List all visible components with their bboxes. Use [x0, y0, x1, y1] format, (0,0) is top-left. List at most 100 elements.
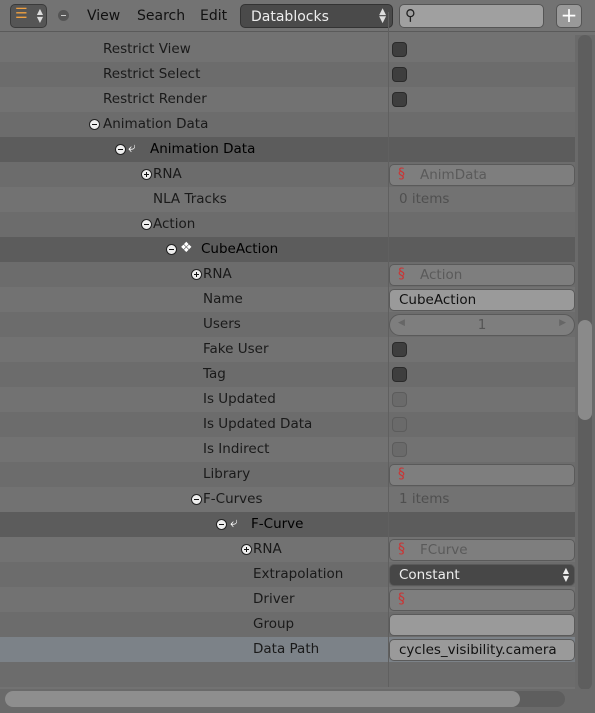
- row-label: Action: [153, 216, 196, 232]
- tree-row[interactable]: ⤶ F-Curve: [0, 512, 575, 537]
- pointer-value: AnimData: [420, 167, 487, 183]
- rna-icon: §: [398, 541, 405, 557]
- text-value: cycles_visibility.camera: [399, 642, 557, 658]
- checkbox[interactable]: [392, 67, 407, 82]
- fcurve-icon: ⤶: [230, 515, 238, 531]
- item-count: 1 items: [399, 491, 450, 507]
- tree-row[interactable]: ⤶ Animation Data: [0, 137, 575, 162]
- row-label: Restrict Render: [103, 91, 207, 107]
- horizontal-scrollbar[interactable]: [0, 689, 595, 713]
- checkbox[interactable]: [392, 367, 407, 382]
- tree-row[interactable]: Data Path cycles_visibility.camera: [0, 637, 575, 662]
- collapse-icon[interactable]: [141, 219, 152, 230]
- item-count: 0 items: [399, 191, 450, 207]
- row-label: Data Path: [253, 641, 320, 657]
- pointer-field[interactable]: § Action: [389, 264, 575, 286]
- row-label: Group: [253, 616, 295, 632]
- tree-row[interactable]: Is Updated Data: [0, 412, 575, 437]
- tree-row[interactable]: Animation Data: [0, 112, 575, 137]
- text-value: CubeAction: [399, 292, 477, 308]
- row-label: Animation Data: [150, 141, 256, 157]
- tree-row[interactable]: Is Indirect: [0, 437, 575, 462]
- rna-icon: §: [398, 266, 405, 282]
- row-label: RNA: [253, 541, 282, 557]
- tree-row[interactable]: Restrict View: [0, 37, 575, 62]
- row-label: Is Updated: [203, 391, 276, 407]
- row-label: NLA Tracks: [153, 191, 227, 207]
- horizontal-scroll-thumb[interactable]: [5, 691, 520, 707]
- row-label: CubeAction: [201, 241, 279, 257]
- row-label: Animation Data: [103, 116, 209, 132]
- tree-row[interactable]: Name CubeAction: [0, 287, 575, 312]
- row-label: F-Curve: [251, 516, 304, 532]
- increment-icon[interactable]: ▶: [559, 318, 566, 328]
- tree-row[interactable]: RNA § AnimData: [0, 162, 575, 187]
- tree-row[interactable]: Restrict Render: [0, 87, 575, 112]
- row-label: Tag: [203, 366, 226, 382]
- checkbox[interactable]: [392, 42, 407, 57]
- collapse-icon[interactable]: [191, 494, 202, 505]
- number-value: 1: [477, 317, 487, 333]
- row-label: Driver: [253, 591, 295, 607]
- tree-row[interactable]: Action: [0, 212, 575, 237]
- checkbox[interactable]: [392, 92, 407, 107]
- expand-icon[interactable]: [241, 544, 252, 555]
- row-label: RNA: [203, 266, 232, 282]
- row-label: Restrict View: [103, 41, 191, 57]
- tree-row[interactable]: Group: [0, 612, 575, 637]
- text-field[interactable]: cycles_visibility.camera: [389, 639, 575, 661]
- tree-row[interactable]: RNA § FCurve: [0, 537, 575, 562]
- pointer-value: FCurve: [420, 542, 468, 558]
- tree-row[interactable]: Tag: [0, 362, 575, 387]
- row-label: Restrict Select: [103, 66, 201, 82]
- checkbox[interactable]: [392, 392, 407, 407]
- row-label: Library: [203, 466, 251, 482]
- tree-row[interactable]: Restrict Select: [0, 62, 575, 87]
- expand-icon[interactable]: [191, 269, 202, 280]
- rna-icon: §: [398, 591, 405, 607]
- row-label: Users: [203, 316, 241, 332]
- dropdown-value: Constant: [399, 567, 460, 583]
- row-label: Is Indirect: [203, 441, 270, 457]
- anim-data-icon: ⤶: [128, 140, 136, 156]
- row-label: F-Curves: [203, 491, 263, 507]
- pointer-field[interactable]: § FCurve: [389, 539, 575, 561]
- tree-row[interactable]: Driver §: [0, 587, 575, 612]
- pointer-value: Action: [420, 267, 463, 283]
- number-field[interactable]: ◀ 1 ▶: [389, 314, 575, 336]
- tree-row[interactable]: Is Updated: [0, 387, 575, 412]
- rna-icon: §: [398, 166, 405, 182]
- vertical-scrollbar[interactable]: [575, 35, 595, 690]
- decrement-icon[interactable]: ◀: [398, 318, 405, 328]
- tree-row[interactable]: ❖ CubeAction: [0, 237, 575, 262]
- action-icon: ❖: [180, 240, 193, 256]
- vertical-scroll-thumb[interactable]: [578, 320, 592, 420]
- row-label: Extrapolation: [253, 566, 344, 582]
- dropdown[interactable]: Constant ▲ ▼: [389, 564, 575, 586]
- tree-row[interactable]: RNA § Action: [0, 262, 575, 287]
- row-label: Fake User: [203, 341, 269, 357]
- text-field[interactable]: [389, 614, 575, 636]
- tree-row[interactable]: Fake User: [0, 337, 575, 362]
- expand-icon[interactable]: [141, 169, 152, 180]
- tree-row[interactable]: NLA Tracks 0 items: [0, 187, 575, 212]
- collapse-icon[interactable]: [89, 119, 100, 130]
- checkbox[interactable]: [392, 417, 407, 432]
- row-label: Is Updated Data: [203, 416, 313, 432]
- collapse-icon[interactable]: [115, 144, 126, 155]
- pointer-field[interactable]: § AnimData: [389, 164, 575, 186]
- checkbox[interactable]: [392, 442, 407, 457]
- text-field[interactable]: CubeAction: [389, 289, 575, 311]
- row-label: Name: [203, 291, 243, 307]
- collapse-icon[interactable]: [166, 244, 177, 255]
- row-label: RNA: [153, 166, 182, 182]
- tree-row[interactable]: Library §: [0, 462, 575, 487]
- tree-row[interactable]: Users ◀ 1 ▶: [0, 312, 575, 337]
- tree-row[interactable]: Extrapolation Constant ▲ ▼: [0, 562, 575, 587]
- collapse-icon[interactable]: [216, 519, 227, 530]
- rna-icon: §: [398, 466, 405, 482]
- checkbox[interactable]: [392, 342, 407, 357]
- tree-row[interactable]: F-Curves 1 items: [0, 487, 575, 512]
- pointer-field[interactable]: §: [389, 464, 575, 486]
- pointer-field[interactable]: §: [389, 589, 575, 611]
